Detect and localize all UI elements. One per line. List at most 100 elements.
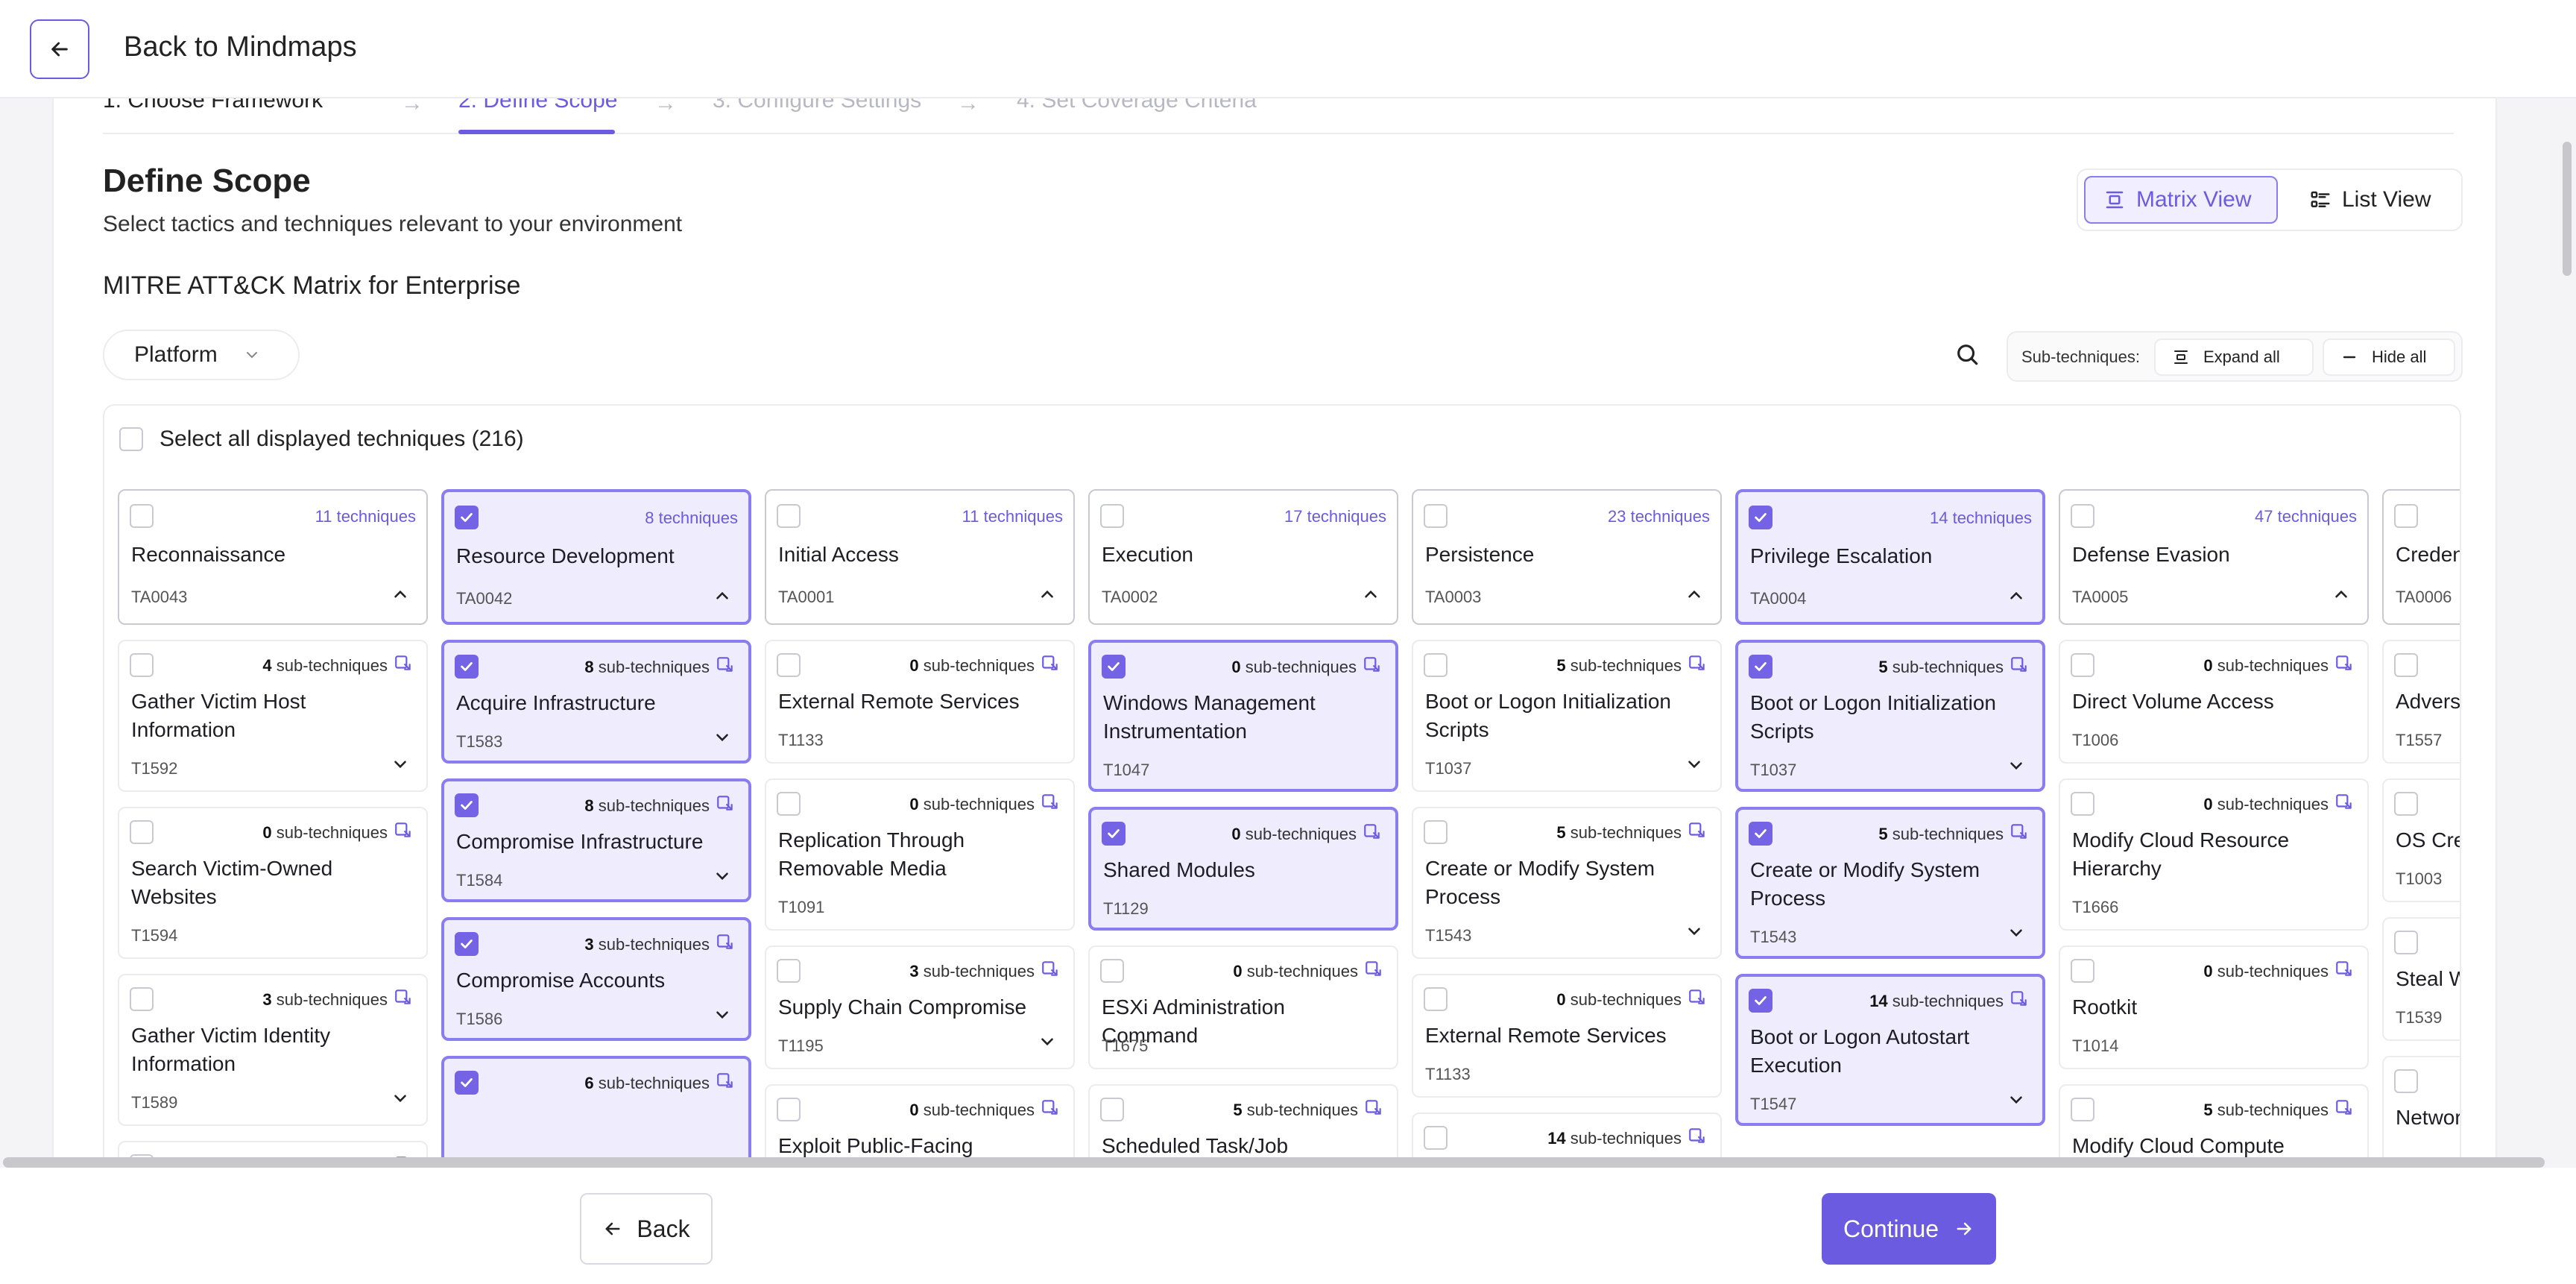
technique-checkbox[interactable]: [1749, 989, 1772, 1013]
chevron-down-icon[interactable]: [713, 1005, 732, 1028]
technique-card[interactable]: 8 sub-techniques Compromise Infrastructur…: [441, 778, 751, 902]
technique-card[interactable]: Steal Web Session Cookie T1539: [2382, 917, 2460, 1041]
tactic-checkbox[interactable]: [2071, 504, 2094, 528]
list-view-button[interactable]: List View: [2291, 176, 2457, 224]
technique-checkbox[interactable]: [130, 653, 154, 677]
tactic-checkbox[interactable]: [130, 504, 154, 528]
platform-dropdown[interactable]: Platform: [103, 330, 300, 380]
subtechniques-icon[interactable]: [2334, 1098, 2354, 1121]
tactic-card[interactable]: 11 techniques Reconnaissance TA0043: [118, 489, 428, 625]
technique-card[interactable]: 5 sub-techniques Create or Modify System …: [1412, 807, 1722, 959]
step-configure-settings[interactable]: 3. Configure Settings: [713, 98, 921, 113]
subtechniques-icon[interactable]: [1688, 820, 1707, 843]
step-choose-framework[interactable]: 1. Choose Framework: [103, 98, 323, 113]
chevron-down-icon[interactable]: [2007, 1090, 2026, 1113]
technique-checkbox[interactable]: [455, 932, 479, 956]
subtechniques-icon[interactable]: [1688, 653, 1707, 676]
chevron-down-icon[interactable]: [713, 866, 732, 890]
chevron-up-icon[interactable]: [1038, 585, 1057, 608]
subtechniques-icon[interactable]: [2334, 959, 2354, 982]
tactic-checkbox[interactable]: [1749, 506, 1772, 529]
technique-checkbox[interactable]: [2071, 653, 2094, 677]
chevron-down-icon[interactable]: [391, 1089, 410, 1112]
subtechniques-icon[interactable]: [1041, 959, 1060, 982]
technique-card[interactable]: 0 sub-techniques Exploit Public-Facing Ap…: [765, 1084, 1075, 1157]
step-set-coverage-criteria[interactable]: 4. Set Coverage Criteria: [1017, 98, 1257, 113]
technique-card[interactable]: 0 sub-techniques Replication Through Remo…: [765, 778, 1075, 931]
technique-card[interactable]: 8 sub-techniques Acquire Infrastructure T1…: [441, 640, 751, 764]
tactic-checkbox[interactable]: [2394, 504, 2418, 528]
tactic-card[interactable]: 11 techniques Initial Access TA0001: [765, 489, 1075, 625]
tactic-card[interactable]: Credential Access TA0006: [2382, 489, 2460, 625]
technique-checkbox[interactable]: [1100, 959, 1124, 983]
select-all-row[interactable]: Select all displayed techniques (216): [119, 427, 524, 452]
subtechniques-icon[interactable]: [1041, 653, 1060, 676]
technique-card[interactable]: 5 sub-techniques Scheduled Task/Job: [1088, 1084, 1398, 1157]
technique-card[interactable]: Network Sniffing: [2382, 1056, 2460, 1157]
subtechniques-icon[interactable]: [394, 820, 413, 843]
technique-checkbox[interactable]: [777, 959, 801, 983]
technique-card[interactable]: 0 sub-techniques Windows Management Instr…: [1088, 640, 1398, 792]
technique-checkbox[interactable]: [2394, 931, 2418, 954]
tactic-checkbox[interactable]: [777, 504, 801, 528]
subtechniques-icon[interactable]: [1041, 1098, 1060, 1121]
subtechniques-icon[interactable]: [394, 653, 413, 676]
chevron-down-icon[interactable]: [713, 728, 732, 751]
technique-card[interactable]: 0 sub-techniques ESXi Administration Comm…: [1088, 945, 1398, 1069]
technique-card[interactable]: OS Credential Dumping T1003: [2382, 778, 2460, 902]
subtechniques-icon[interactable]: [1688, 987, 1707, 1010]
tactic-card[interactable]: 23 techniques Persistence TA0003: [1412, 489, 1722, 625]
technique-checkbox[interactable]: [2394, 653, 2418, 677]
chevron-up-icon[interactable]: [2332, 585, 2351, 608]
technique-checkbox[interactable]: [1102, 655, 1126, 679]
technique-checkbox[interactable]: [1424, 1126, 1448, 1150]
subtechniques-icon[interactable]: [1041, 792, 1060, 815]
technique-card[interactable]: 0 sub-techniques External Remote Services…: [765, 640, 1075, 764]
technique-checkbox[interactable]: [1749, 822, 1772, 846]
tactic-checkbox[interactable]: [1424, 504, 1448, 528]
chevron-down-icon[interactable]: [1685, 922, 1704, 945]
technique-card[interactable]: 5 sub-techniques Create or Modify System …: [1735, 807, 2045, 959]
subtechniques-icon[interactable]: [716, 793, 735, 816]
technique-checkbox[interactable]: [1100, 1098, 1124, 1121]
technique-card[interactable]: 0 sub-techniques Direct Volume Access T100…: [2059, 640, 2369, 764]
tactic-card[interactable]: 14 techniques Privilege Escalation TA0004: [1735, 489, 2045, 625]
technique-card[interactable]: Adversary-in-the-Middle T1557: [2382, 640, 2460, 764]
technique-checkbox[interactable]: [777, 1098, 801, 1121]
tactic-card[interactable]: 47 techniques Defense Evasion TA0005: [2059, 489, 2369, 625]
technique-checkbox[interactable]: [130, 987, 154, 1011]
technique-card[interactable]: 5 sub-techniques Boot or Logon Initializa…: [1735, 640, 2045, 792]
technique-card[interactable]: 0 sub-techniques Shared Modules T1129: [1088, 807, 1398, 931]
subtechniques-icon[interactable]: [1688, 1126, 1707, 1149]
technique-card[interactable]: 14 sub-techniques Boot or Logon Autostart…: [1735, 974, 2045, 1126]
subtechniques-icon[interactable]: [2010, 822, 2029, 845]
subtechniques-icon[interactable]: [2010, 989, 2029, 1012]
technique-card[interactable]: 0 sub-techniques Modify Cloud Resource Hi…: [2059, 778, 2369, 931]
subtechniques-icon[interactable]: [716, 932, 735, 955]
technique-checkbox[interactable]: [777, 792, 801, 816]
technique-checkbox[interactable]: [455, 655, 479, 679]
technique-card[interactable]: 0 sub-techniques Search Victim-Owned Webs…: [118, 807, 428, 959]
technique-card[interactable]: 5 sub-techniques: [118, 1141, 428, 1157]
technique-card[interactable]: 4 sub-techniques Gather Victim Host Infor…: [118, 640, 428, 792]
subtechniques-icon[interactable]: [1363, 822, 1382, 845]
technique-checkbox[interactable]: [130, 820, 154, 844]
subtechniques-icon[interactable]: [1364, 1098, 1383, 1121]
chevron-up-icon[interactable]: [1685, 585, 1704, 608]
chevron-down-icon[interactable]: [2007, 923, 2026, 946]
chevron-up-icon[interactable]: [713, 586, 732, 609]
subtechniques-icon[interactable]: [2334, 792, 2354, 815]
technique-card[interactable]: 3 sub-techniques Compromise Accounts T1586: [441, 917, 751, 1041]
matrix-view-button[interactable]: Matrix View: [2084, 176, 2278, 224]
chevron-down-icon[interactable]: [2007, 756, 2026, 779]
technique-checkbox[interactable]: [2071, 959, 2094, 983]
technique-card[interactable]: 3 sub-techniques Gather Victim Identity I…: [118, 974, 428, 1126]
back-to-mindmaps-button[interactable]: [30, 19, 89, 79]
hide-all-button[interactable]: Hide all: [2323, 339, 2455, 376]
continue-button[interactable]: Continue: [1822, 1193, 1996, 1265]
technique-checkbox[interactable]: [1424, 820, 1448, 844]
technique-checkbox[interactable]: [455, 1071, 479, 1095]
expand-all-button[interactable]: Expand all: [2154, 339, 2314, 376]
subtechniques-icon[interactable]: [394, 987, 413, 1010]
horizontal-scrollbar[interactable]: [3, 1157, 2545, 1168]
